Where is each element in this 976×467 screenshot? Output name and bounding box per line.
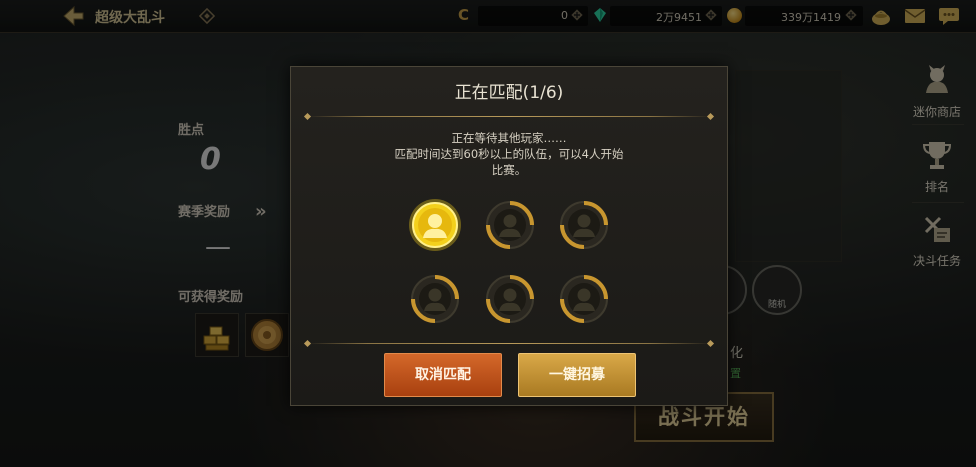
player-slot-empty	[486, 201, 534, 249]
status-message-line2: 匹配时间达到60秒以上的队伍，可以4人开始	[394, 147, 624, 161]
player-slot-empty	[560, 201, 608, 249]
player-slot-filled	[409, 199, 461, 251]
player-slot-empty	[411, 275, 459, 323]
status-message-line1: 正在等待其他玩家……	[451, 131, 567, 145]
player-slot-empty	[560, 275, 608, 323]
cancel-match-button[interactable]: 取消匹配	[384, 353, 502, 397]
dialog-title: 正在匹配(1/6)	[454, 83, 564, 103]
divider-top	[303, 112, 715, 121]
divider-bottom	[303, 339, 715, 348]
player-slot-empty	[486, 275, 534, 323]
status-message-line3: 比赛。	[491, 163, 527, 177]
matchmaking-dialog: 正在匹配(1/6) 正在等待其他玩家…… 匹配时间达到60秒以上的队伍，可以4人…	[290, 66, 728, 406]
quick-recruit-button[interactable]: 一键招募	[518, 353, 636, 397]
